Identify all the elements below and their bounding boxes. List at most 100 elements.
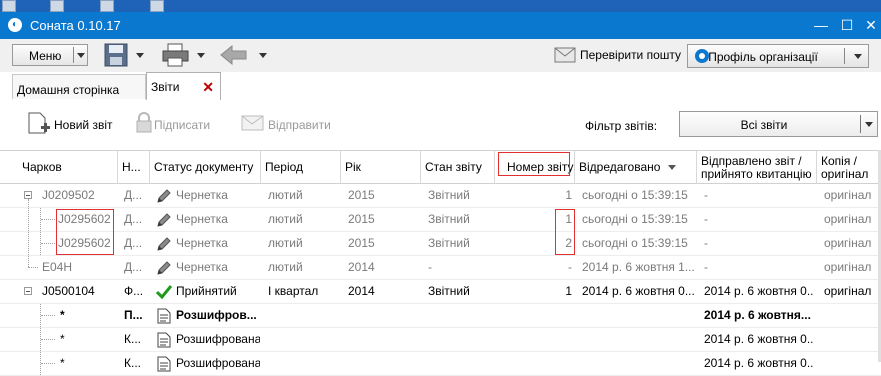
- cell-period: лютий: [268, 212, 303, 226]
- column-header-edited[interactable]: Відредаговано: [575, 151, 697, 184]
- table-row[interactable]: * К... Розшифрована 2014 р. 6 жовтня 0...: [0, 352, 881, 376]
- save-dropdown-icon[interactable]: [136, 53, 144, 58]
- report-filter-value: Всі звіти: [740, 118, 788, 132]
- save-icon[interactable]: [104, 43, 130, 67]
- desktop-background: [0, 0, 881, 12]
- cell-edited: [582, 328, 694, 351]
- highlight-box: [498, 152, 570, 176]
- minimize-icon[interactable]: —: [812, 16, 830, 34]
- report-filter-select[interactable]: Всі звіти: [679, 111, 878, 137]
- cell-report-number: -: [568, 260, 572, 274]
- cell-state: [428, 352, 494, 375]
- pencil-icon: [157, 237, 171, 251]
- tree-connector: [28, 199, 29, 267]
- cell-code: J0209502: [42, 188, 95, 202]
- table-row[interactable]: J0500104 Ф... Прийнятий I квартал 2014 Звітни…: [0, 280, 881, 304]
- lock-icon: [136, 112, 152, 133]
- cell-copy: [824, 328, 878, 351]
- back-arrow-icon[interactable]: [220, 45, 248, 65]
- envelope-icon: [241, 115, 264, 131]
- column-header-state[interactable]: Стан звіту: [421, 151, 495, 184]
- cell-code: *: [60, 332, 65, 346]
- cell-year: 2015: [348, 236, 375, 250]
- chevron-down-icon[interactable]: [865, 122, 873, 127]
- cell-status: Розшифрована: [176, 356, 260, 370]
- cell-year: 2015: [348, 212, 375, 226]
- organization-profile-button[interactable]: Профіль організації: [687, 44, 869, 68]
- cell-sent: 2014 р. 6 жовтня 0...: [704, 332, 814, 346]
- cell-year: [348, 304, 420, 327]
- close-window-icon[interactable]: ✕: [862, 16, 880, 34]
- desktop-shortcut-icon[interactable]: [150, 0, 164, 12]
- chevron-down-icon[interactable]: [77, 53, 85, 58]
- tree-connector: [41, 363, 55, 364]
- cell-year: [348, 328, 420, 351]
- cell-edited: сьогодні о 15:39:15: [582, 236, 688, 250]
- table-row[interactable]: J0295602 Д... Чернетка лютий 2015 Звітний 1 сьо…: [0, 208, 881, 232]
- envelope-icon: [554, 47, 576, 63]
- cell-name: Д...: [124, 188, 143, 202]
- maximize-icon[interactable]: ☐: [838, 16, 856, 34]
- menu-button[interactable]: Меню: [12, 44, 88, 66]
- cell-status: Чернетка: [176, 260, 228, 274]
- table-row[interactable]: E04H Д... Чернетка лютий 2014- -2014 р. 6 жов…: [0, 256, 881, 280]
- send-label: Відправити: [268, 118, 331, 132]
- cell-period: лютий: [268, 188, 303, 202]
- column-header-copy[interactable]: Копія / оригінал: [817, 151, 881, 184]
- tab-reports[interactable]: Звіти ✕: [146, 72, 221, 101]
- cell-year: 2015: [348, 188, 375, 202]
- tree-collapse-icon[interactable]: [24, 191, 32, 199]
- tree-collapse-icon[interactable]: [24, 287, 32, 295]
- close-tab-icon[interactable]: ✕: [202, 79, 214, 96]
- column-header-name[interactable]: Н...: [118, 151, 150, 184]
- cell-period: лютий: [268, 260, 303, 274]
- table-row[interactable]: J0209502 Д... Чернетка лютий 2015 Звітний 1 сьо…: [0, 184, 881, 208]
- menu-button-label: Меню: [29, 49, 62, 63]
- sort-descending-icon: [668, 165, 677, 170]
- table-row[interactable]: * К... Розшифрована 2014 р. 6 жовтня 0...: [0, 328, 881, 352]
- column-header-status[interactable]: Статус документу: [150, 151, 261, 184]
- table-row[interactable]: * П... Розшифров... 2014 р. 6 жовтня...: [0, 304, 881, 328]
- column-header-code[interactable]: Чарков: [0, 151, 118, 184]
- cell-sent: 2014 р. 6 жовтня 0...: [704, 356, 814, 370]
- cell-edited: сьогодні о 15:39:15: [582, 212, 688, 226]
- pencil-icon: [157, 189, 171, 203]
- column-header-year[interactable]: Рік: [341, 151, 421, 184]
- chevron-down-icon[interactable]: [854, 54, 862, 59]
- cell-copy: оригінал: [824, 260, 872, 274]
- desktop-shortcut-icon[interactable]: [100, 0, 114, 12]
- check-icon: [156, 285, 172, 300]
- cell-copy: [824, 304, 878, 327]
- print-dropdown-icon[interactable]: [197, 53, 205, 58]
- sign-label: Підписати: [154, 118, 211, 132]
- highlight-box: [56, 209, 114, 255]
- column-header-period[interactable]: Період: [261, 151, 341, 184]
- window-title: Соната 0.10.17: [30, 18, 121, 33]
- cell-edited: [582, 304, 694, 327]
- tree-connector: [41, 339, 55, 340]
- grid-header: Чарков Н... Статус документу Період Рік …: [0, 150, 881, 184]
- tab-home[interactable]: Домашня сторінка: [12, 74, 146, 99]
- cell-status: Чернетка: [176, 236, 228, 250]
- cell-status: Розшифров...: [176, 308, 257, 322]
- pencil-icon: [157, 213, 171, 227]
- desktop-shortcut-icon[interactable]: [50, 0, 64, 12]
- table-row[interactable]: J0295602 Д... Чернетка лютий 2015 Звітний 2 сьо…: [0, 232, 881, 256]
- document-icon: [157, 308, 171, 324]
- cell-name: П...: [124, 308, 143, 322]
- cell-state: Звітний: [428, 212, 470, 226]
- cell-period: [268, 304, 340, 327]
- cell-name: Д...: [124, 236, 143, 250]
- print-icon[interactable]: [162, 43, 190, 67]
- column-header-sent[interactable]: Відправлено звіт / прийнято квитанцію: [697, 151, 817, 184]
- profile-button-label: Профіль організації: [708, 50, 818, 64]
- cell-edited: [582, 352, 694, 375]
- cell-status: Чернетка: [176, 188, 228, 202]
- cell-year: 2014: [348, 284, 375, 298]
- main-toolbar: Меню Перевірити пошту Профіль організаці…: [0, 39, 881, 72]
- desktop-shortcut-icon[interactable]: [2, 0, 16, 12]
- cell-name: К...: [124, 332, 141, 346]
- back-dropdown-icon[interactable]: [259, 53, 267, 58]
- cell-sent: -: [704, 188, 708, 202]
- tab-bar: Домашня сторінка Звіти ✕: [0, 72, 881, 101]
